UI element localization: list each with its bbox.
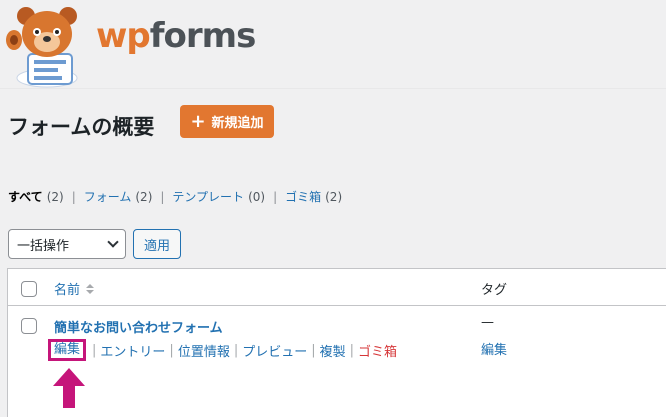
logo-bar: wpforms — [0, 0, 666, 88]
row-actions: 編集 | エントリー | 位置情報 | プレビュー | 複製 | ゴミ箱 — [48, 339, 397, 361]
logo-wp-text: wp — [96, 16, 151, 56]
action-separator: | — [92, 342, 97, 358]
row-action-trash[interactable]: ゴミ箱 — [358, 341, 397, 360]
add-new-button[interactable]: + 新規追加 — [180, 105, 274, 138]
filter-separator: | — [71, 189, 76, 204]
form-title-link[interactable]: 簡単なお問い合わせフォーム — [54, 317, 223, 336]
add-new-label: 新規追加 — [211, 116, 264, 131]
tag-value: — — [481, 315, 494, 330]
wpforms-bear-mascot-icon — [6, 7, 78, 88]
row-action-edit[interactable]: 編集 — [48, 339, 87, 361]
chevron-down-icon — [107, 236, 119, 248]
page-title: フォームの概要 — [8, 115, 155, 139]
forms-table: 名前 タグ 簡単なお問い合わせフォーム 編集 | エントリー | 位置情報 | … — [7, 268, 666, 417]
row-action-duplicate[interactable]: 複製 — [320, 341, 346, 360]
tag-edit-link[interactable]: 編集 — [481, 339, 507, 358]
action-separator: | — [233, 342, 239, 358]
row-action-locations[interactable]: 位置情報 — [178, 341, 230, 360]
apply-button[interactable]: 適用 — [133, 229, 181, 259]
filter-all[interactable]: すべて (2) — [8, 188, 64, 205]
wpforms-logo-text: wpforms — [96, 16, 257, 56]
filter-separator: | — [160, 189, 165, 204]
filter-trash[interactable]: ゴミ箱 (2) — [285, 188, 342, 205]
row-action-preview[interactable]: プレビュー — [242, 341, 307, 360]
table-header: 名前 タグ — [8, 269, 666, 306]
main-content: すべて (2) | フォーム (2) | テンプレート (0) | ゴミ箱 (2) 一括… — [0, 158, 666, 417]
action-separator: | — [311, 342, 316, 358]
filter-separator: | — [273, 189, 278, 204]
bulk-actions-select[interactable]: 一括操作 — [8, 229, 126, 259]
page-header: フォームの概要 + 新規追加 — [0, 88, 666, 158]
sort-icon — [86, 283, 95, 294]
column-header-name[interactable]: 名前 — [54, 279, 95, 298]
arrow-up-icon — [53, 368, 85, 408]
action-separator: | — [349, 342, 355, 358]
column-name-label: 名前 — [54, 283, 81, 298]
row-checkbox[interactable] — [21, 318, 37, 334]
table-row: 簡単なお問い合わせフォーム 編集 | エントリー | 位置情報 | プレビュー … — [8, 307, 666, 417]
status-filters: すべて (2) | フォーム (2) | テンプレート (0) | ゴミ箱 (2) — [8, 188, 342, 205]
plus-icon: + — [190, 110, 206, 132]
logo-forms-text: forms — [149, 16, 257, 56]
bulk-actions-value: 一括操作 — [17, 238, 70, 254]
column-header-tags: タグ — [481, 283, 508, 298]
row-action-entries[interactable]: エントリー — [100, 341, 165, 360]
filter-forms[interactable]: フォーム (2) — [84, 188, 153, 205]
filter-templates[interactable]: テンプレート (0) — [172, 188, 265, 205]
action-separator: | — [169, 342, 174, 358]
select-all-checkbox[interactable] — [21, 281, 37, 297]
